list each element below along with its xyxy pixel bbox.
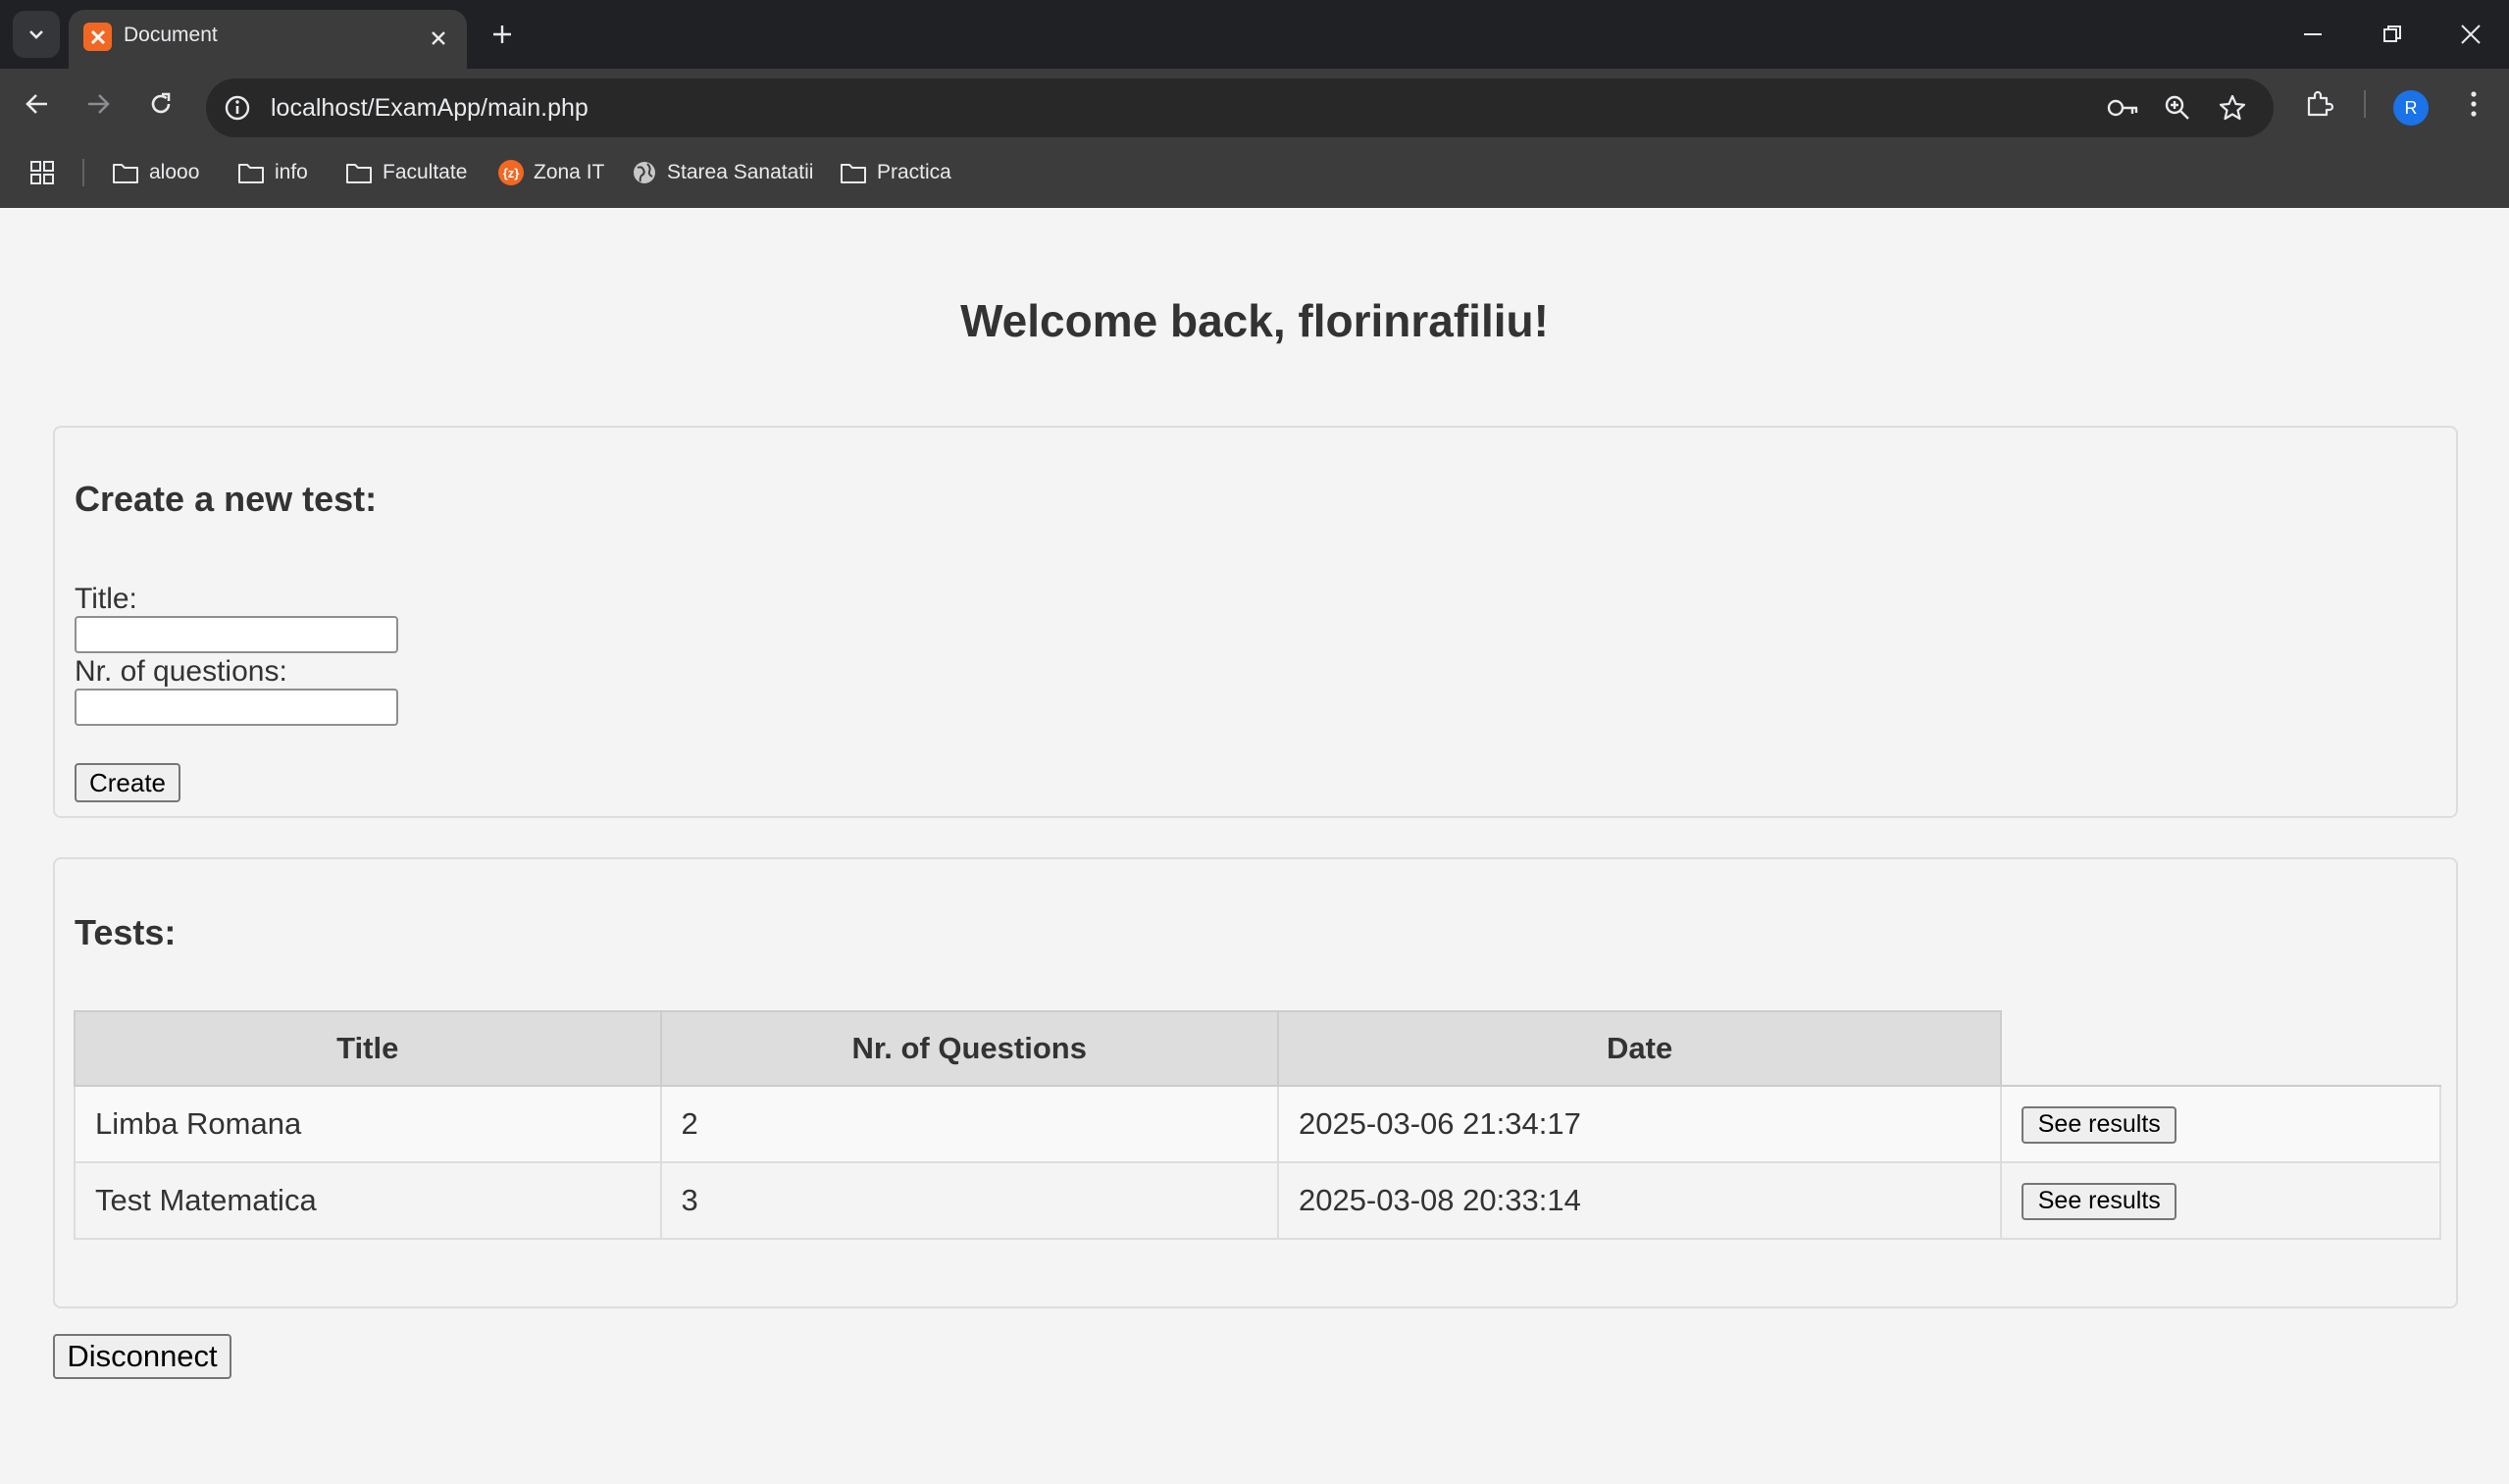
title-label: Title: xyxy=(75,583,137,615)
tab-title: Document xyxy=(124,24,218,46)
bookmark-zona-it[interactable]: {z} Zona IT xyxy=(498,155,604,190)
back-arrow-icon[interactable] xyxy=(14,80,61,128)
browser-chrome: Document localhost/ExamApp/main.php R al… xyxy=(0,0,2509,208)
folder-icon xyxy=(238,164,264,183)
create-test-heading: Create a new test: xyxy=(75,479,378,519)
extensions-icon[interactable] xyxy=(2295,80,2342,128)
see-results-button[interactable]: See results xyxy=(2022,1182,2177,1220)
test-action-cell: See results xyxy=(2000,1085,2441,1163)
test-questions-cell: 3 xyxy=(659,1161,1279,1240)
column-header-title: Title xyxy=(74,1010,662,1087)
create-button[interactable]: Create xyxy=(75,763,180,802)
minimize-icon[interactable] xyxy=(2285,10,2340,59)
folder-icon xyxy=(346,164,372,183)
active-tab[interactable]: Document xyxy=(69,10,467,69)
bookmark-label: Starea Sanatatii xyxy=(667,161,814,183)
zoom-icon[interactable] xyxy=(2158,88,2197,128)
test-action-cell: See results xyxy=(2000,1161,2441,1240)
globe-icon xyxy=(634,162,655,183)
restore-icon[interactable] xyxy=(2365,10,2420,59)
tests-table: Title Nr. of Questions Date Limba Romana… xyxy=(74,1010,2441,1240)
table-header-row: Title Nr. of Questions Date xyxy=(74,1010,2440,1087)
zona-it-favicon: {z} xyxy=(498,160,524,185)
address-bar[interactable]: localhost/ExamApp/main.php xyxy=(206,78,2274,137)
browser-toolbar: localhost/ExamApp/main.php R xyxy=(0,69,2509,139)
password-key-icon[interactable] xyxy=(2103,88,2142,128)
column-header-actions xyxy=(2001,1011,2440,1087)
bookmark-label: Facultate xyxy=(383,161,468,183)
column-header-date: Date xyxy=(1276,1010,2003,1087)
test-questions-cell: 2 xyxy=(659,1085,1279,1163)
bookmark-starea-sanatatii[interactable]: Starea Sanatatii xyxy=(632,155,813,190)
test-date-cell: 2025-03-06 21:34:17 xyxy=(1276,1085,2003,1163)
bookmark-facultate[interactable]: Facultate xyxy=(345,155,467,190)
folder-icon xyxy=(841,164,866,183)
toolbar-separator xyxy=(2364,90,2366,118)
site-info-icon[interactable] xyxy=(218,88,257,128)
apps-grid-icon[interactable] xyxy=(29,155,55,190)
questions-label: Nr. of questions: xyxy=(75,655,287,688)
test-date-cell: 2025-03-08 20:33:14 xyxy=(1276,1161,2003,1240)
forward-arrow-icon[interactable] xyxy=(75,80,122,128)
bookmark-practica[interactable]: Practica xyxy=(840,155,951,190)
table-row: Limba Romana 2 2025-03-06 21:34:17 See r… xyxy=(74,1085,2441,1163)
url-text: localhost/ExamApp/main.php xyxy=(271,94,589,122)
new-tab-icon[interactable] xyxy=(483,15,522,54)
tab-search-button[interactable] xyxy=(13,11,60,58)
bookmark-label: Practica xyxy=(877,161,951,183)
title-input[interactable] xyxy=(75,616,398,653)
page-content: Welcome back, florinrafiliu! Create a ne… xyxy=(0,208,2509,1484)
bookmark-label: info xyxy=(275,161,308,183)
tests-heading: Tests: xyxy=(75,912,177,952)
tab-strip: Document xyxy=(0,0,2509,69)
bookmark-label: alooo xyxy=(149,161,200,183)
disconnect-button[interactable]: Disconnect xyxy=(53,1334,231,1379)
close-window-icon[interactable] xyxy=(2443,10,2498,59)
create-test-panel: Create a new test: Title: Nr. of questio… xyxy=(53,426,2458,818)
folder-icon xyxy=(113,164,138,183)
bookmark-alooo[interactable]: alooo xyxy=(112,155,199,190)
profile-avatar[interactable]: R xyxy=(2393,90,2429,126)
chevron-down-icon xyxy=(29,30,43,39)
bookmarks-bar: alooo info Facultate {z} Zona IT Starea … xyxy=(0,139,2509,208)
tests-panel: Tests: Title Nr. of Questions Date Limba… xyxy=(53,857,2458,1308)
bookmark-info[interactable]: info xyxy=(237,155,308,190)
bookmarks-separator xyxy=(82,159,84,186)
bookmark-label: Zona IT xyxy=(534,161,605,183)
see-results-button[interactable]: See results xyxy=(2022,1105,2177,1144)
column-header-questions: Nr. of Questions xyxy=(659,1010,1279,1087)
menu-kebab-icon[interactable] xyxy=(2450,80,2497,128)
close-tab-icon[interactable] xyxy=(424,24,453,53)
table-row: Test Matematica 3 2025-03-08 20:33:14 Se… xyxy=(74,1161,2441,1240)
bookmark-star-icon[interactable] xyxy=(2213,88,2252,128)
questions-input[interactable] xyxy=(75,689,398,726)
test-title-cell: Limba Romana xyxy=(74,1085,662,1163)
test-title-cell: Test Matematica xyxy=(74,1161,662,1240)
welcome-heading: Welcome back, florinrafiliu! xyxy=(960,295,1549,346)
reload-icon[interactable] xyxy=(137,80,184,128)
xampp-favicon xyxy=(83,23,112,51)
